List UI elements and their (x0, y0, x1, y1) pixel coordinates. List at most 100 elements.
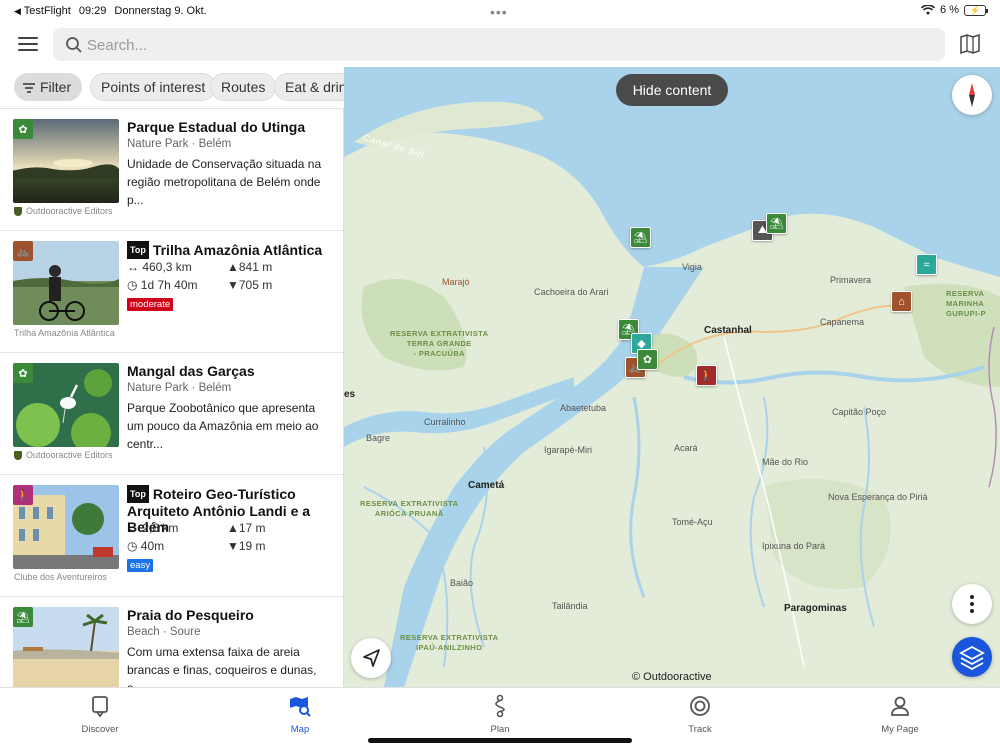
map-marker-water[interactable]: ≈ (916, 254, 937, 275)
nav-my-page[interactable]: My Page (860, 694, 940, 735)
more-options-button[interactable] (952, 584, 992, 624)
map-canvas (344, 67, 1000, 687)
search-bar[interactable] (53, 28, 945, 61)
compass-button[interactable] (952, 75, 992, 115)
top-badge: Top (127, 241, 149, 259)
item-description: Parque Zoobotânico que apresenta um pouc… (127, 401, 319, 451)
distance: ↔ 460,3 km (127, 260, 192, 274)
map-label-igarape: Igarapé-Miri (544, 445, 593, 455)
duration: ◷ 1d 7h 40m (127, 278, 198, 292)
menu-icon[interactable] (16, 32, 40, 56)
thumbnail-image: ⛱ (13, 607, 119, 687)
item-source: Outdooractive Editors (14, 450, 113, 460)
item-description: Unidade de Conservação situada na região… (127, 157, 322, 207)
filter-chips: Filter Points of interest Routes Eat & d… (0, 67, 344, 109)
filter-button[interactable]: Filter (14, 73, 83, 101)
home-indicator[interactable] (368, 738, 632, 743)
item-title: Mangal das Garças (127, 363, 255, 379)
map-label-paragominas: Paragominas (784, 603, 847, 614)
thumbnail-image: 🚲 (13, 241, 119, 325)
map-label-primavera: Primavera (830, 275, 872, 285)
map-marker-nature-park[interactable]: ✿ (637, 349, 658, 370)
map-label-tomeacu: Tomé-Açu (672, 517, 713, 527)
route-stats: ↔ 2,6 km ▲17 m ◷ 40m ▼19 m easy (127, 521, 327, 572)
hide-content-button[interactable]: Hide content (616, 74, 728, 106)
map-label-baiao: Baião (450, 578, 474, 588)
item-title: Parque Estadual do Utinga (127, 119, 306, 135)
map-marker-beach[interactable]: ⛱ (630, 227, 651, 248)
map-label-acara: Acará (674, 443, 698, 453)
item-source: Trilha Amazônia Atlântica (14, 328, 115, 338)
map-label-bagre: Bagre (366, 433, 391, 443)
list-item[interactable]: 🚶 Top Roteiro Geo-Turístico Arquiteto Ant… (0, 475, 343, 597)
item-title: Top Trilha Amazônia Atlântica (127, 241, 337, 259)
list-item[interactable]: ✿ Mangal das Garças Nature Park · Belém … (0, 353, 343, 475)
plan-icon (495, 694, 505, 718)
map-marker-landmark[interactable]: ⌂ (891, 291, 912, 312)
map-attribution: © Outdooractive (632, 671, 712, 683)
my-page-icon (891, 696, 909, 716)
item-subtitle: Nature Park · Belém (127, 382, 232, 394)
map-label-cameta: Cametá (468, 480, 505, 491)
chip-eat-drink[interactable]: Eat & drink (274, 73, 344, 101)
map-label-marajo: Marajó (442, 277, 470, 287)
map-label-maedorio: Mãe do Rio (762, 457, 809, 467)
discover-icon (92, 696, 108, 718)
item-subtitle: Beach · Soure (127, 626, 201, 638)
nature-park-icon: ✿ (13, 119, 33, 139)
layers-button[interactable] (952, 637, 992, 677)
locate-me-button[interactable] (351, 638, 391, 678)
nav-plan[interactable]: Plan (460, 694, 540, 735)
map-label-vigia: Vigia (682, 262, 702, 272)
filter-icon (23, 83, 35, 94)
search-input[interactable] (87, 34, 907, 56)
map-marker-beach[interactable]: ⛱ (766, 213, 787, 234)
bike-icon: 🚲 (13, 241, 33, 261)
nav-map[interactable]: Map (260, 694, 340, 735)
location-arrow-icon (363, 649, 380, 667)
thumbnail-image: 🚶 (13, 485, 119, 569)
ascent: ▲17 m (227, 521, 266, 535)
map-label-curralinho: Curralinho (424, 417, 466, 427)
track-icon (690, 696, 710, 716)
map-label-ipixuna: Ipixuna do Pará (762, 541, 826, 551)
list-item[interactable]: 🚲 Top Trilha Amazônia Atlântica ↔ 460,3 k… (0, 231, 343, 353)
nav-track[interactable]: Track (660, 694, 740, 735)
multitask-dots-icon[interactable]: ••• (490, 4, 508, 20)
chip-points-of-interest[interactable]: Points of interest (90, 73, 217, 101)
map-label-abaetetuba: Abaetetuba (560, 403, 607, 413)
map-marker-hike[interactable]: 🚶 (696, 365, 717, 386)
beach-icon: ⛱ (13, 607, 33, 627)
map-icon (290, 697, 311, 717)
nav-discover[interactable]: Discover (60, 694, 140, 735)
thumbnail-image: ✿ (13, 119, 119, 203)
item-source: Clube dos Aventureiros (14, 572, 107, 582)
search-icon (66, 37, 82, 53)
descent: ▼705 m (227, 278, 273, 292)
item-description: Com uma extensa faixa de areia brancas e… (127, 645, 317, 687)
item-title: Praia do Pesqueiro (127, 607, 254, 623)
wifi-icon (921, 4, 936, 15)
item-subtitle: Nature Park · Belém (127, 138, 232, 150)
back-to-app-link[interactable]: ◀ TestFlight (14, 5, 71, 17)
clock: 09:29 (78, 5, 107, 17)
top-badge: Top (127, 485, 149, 503)
results-list: ✿ Parque Estadual do Utinga Nature Park … (0, 109, 344, 687)
descent: ▼19 m (227, 539, 266, 553)
list-item[interactable]: ✿ Parque Estadual do Utinga Nature Park … (0, 109, 343, 231)
layers-icon (959, 645, 985, 671)
map-label-cachoeira: Cachoeira do Arari (534, 287, 609, 297)
top-bar (0, 24, 1000, 66)
map-book-icon[interactable] (958, 32, 982, 56)
map-view[interactable]: Canal do Sul Marajó Cachoeira do Arari V… (344, 67, 1000, 687)
map-label-tailandia: Tailândia (552, 601, 588, 611)
status-bar: ◀ TestFlight 09:29 Donnerstag 9. Okt. ••… (0, 0, 1000, 24)
chip-routes[interactable]: Routes (210, 73, 277, 101)
route-stats: ↔ 460,3 km ▲841 m ◷ 1d 7h 40m ▼705 m moder… (127, 260, 327, 311)
editor-shield-icon (14, 206, 22, 216)
list-item[interactable]: ⛱ Praia do Pesqueiro Beach · Soure Com u… (0, 597, 343, 687)
thumbnail-image: ✿ (13, 363, 119, 447)
editor-shield-icon (14, 450, 22, 460)
map-label-novaesperanca: Nova Esperança do Piriá (828, 492, 928, 502)
map-label-capanema: Capanema (820, 317, 865, 327)
